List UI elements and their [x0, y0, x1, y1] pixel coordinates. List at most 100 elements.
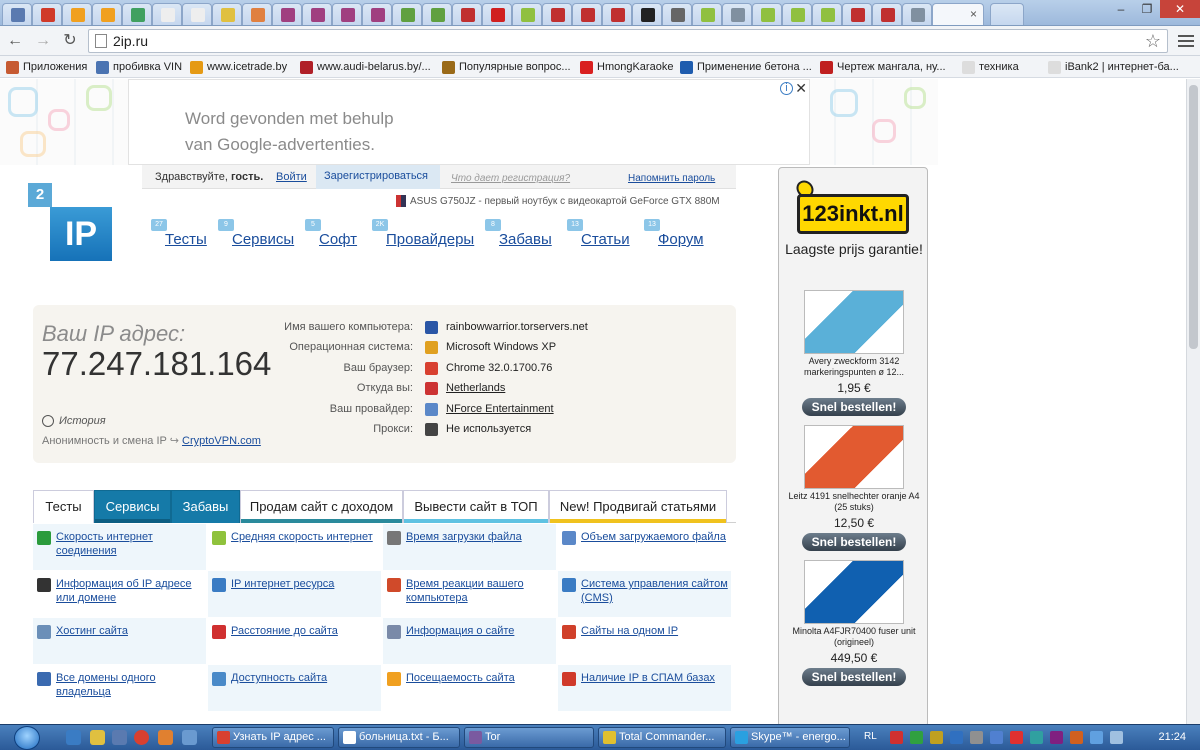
tray-icon-9[interactable] [1070, 731, 1083, 744]
taskbar-window[interactable]: Skype™ - energo... [730, 727, 850, 748]
ad-product[interactable]: Leitz 4191 snelhechter oranje A4 (25 stu… [779, 425, 929, 551]
browser-tab[interactable] [242, 3, 272, 25]
bookmark-item[interactable]: www.audi-belarus.by/... [300, 59, 431, 75]
page-scrollbar[interactable] [1186, 79, 1200, 724]
bookmark-item[interactable]: HmongKaraoke [580, 59, 673, 75]
browser-tab[interactable] [152, 3, 182, 25]
browser-tab[interactable] [212, 3, 242, 25]
bookmark-item[interactable]: iBank2 | интернет-ба... [1048, 59, 1179, 75]
browser-tab[interactable] [602, 3, 632, 25]
browser-tab[interactable] [812, 3, 842, 25]
service-item[interactable]: Посещаемость сайта [383, 665, 556, 711]
tray-icon-1[interactable] [890, 731, 903, 744]
browser-tab[interactable] [62, 3, 92, 25]
service-link[interactable]: Расстояние до сайта [231, 624, 379, 638]
ad-info-icon[interactable]: i [780, 82, 793, 95]
service-item[interactable]: Время реакции вашего компьютера [383, 571, 556, 617]
ad-product[interactable]: Avery zweckform 3142 markeringspunten ø … [779, 290, 929, 416]
tray-icon-3[interactable] [930, 731, 943, 744]
service-link[interactable]: Система управления сайтом (CMS) [581, 577, 729, 605]
browser-tab[interactable] [722, 3, 752, 25]
browser-tab[interactable] [662, 3, 692, 25]
section-tab[interactable]: Вывести сайт в ТОП [403, 490, 549, 523]
service-item[interactable]: Доступность сайта [208, 665, 381, 711]
close-window-icon[interactable]: ✕ [1160, 0, 1200, 18]
bookmark-item[interactable]: пробивка VIN [96, 59, 182, 75]
nav-item[interactable]: 13 Статьи [567, 219, 630, 248]
why-register-link[interactable]: Что дает регистрация? [451, 173, 570, 184]
scroll-thumb[interactable] [1189, 85, 1198, 349]
section-tab[interactable]: Сервисы [94, 490, 171, 523]
browser-tab[interactable] [872, 3, 902, 25]
info-value[interactable]: Netherlands [446, 382, 505, 394]
service-link[interactable]: Доступность сайта [231, 671, 379, 685]
browser-tab[interactable] [362, 3, 392, 25]
minimize-icon[interactable]: – [1108, 0, 1134, 18]
nav-item[interactable]: 9 Сервисы [218, 219, 294, 248]
browser-tab[interactable] [2, 3, 32, 25]
taskbar-window[interactable]: больница.txt - Б... [338, 727, 460, 748]
taskbar-window[interactable]: Tor [464, 727, 594, 748]
service-item[interactable]: IP интернет ресурса [208, 571, 381, 617]
browser-tab[interactable] [302, 3, 332, 25]
ie-icon[interactable] [66, 730, 81, 745]
service-link[interactable]: Все домены одного владельца [56, 671, 204, 699]
browser-tab[interactable] [182, 3, 212, 25]
browser-tab[interactable] [902, 3, 932, 25]
section-tab[interactable]: Забавы [171, 490, 240, 523]
nav-item[interactable]: 8 Забавы [485, 219, 552, 248]
service-link[interactable]: Скорость интернет соединения [56, 530, 204, 558]
service-link[interactable]: Объем загружаемого файла [581, 530, 729, 544]
service-item[interactable]: Объем загружаемого файла [558, 524, 731, 570]
service-item[interactable]: Наличие IP в СПАМ базах [558, 665, 731, 711]
nav-item[interactable]: 27 Тесты [151, 219, 207, 248]
remind-password-link[interactable]: Напомнить пароль [628, 173, 715, 184]
taskbar-window[interactable]: Узнать IP адрес ... [212, 727, 334, 748]
browser-tab[interactable] [122, 3, 152, 25]
service-item[interactable]: Все домены одного владельца [33, 665, 206, 711]
bookmark-item[interactable]: Популярные вопрос... [442, 59, 571, 75]
bookmark-item[interactable]: Чертеж мангала, ну... [820, 59, 946, 75]
tray-icon-5[interactable] [970, 731, 983, 744]
volume-icon[interactable] [1110, 731, 1123, 744]
ad-close-icon[interactable]: ✕ [795, 80, 807, 97]
browser-tab[interactable] [692, 3, 722, 25]
nav-item[interactable]: 13 Форум [644, 219, 704, 248]
browser-tab[interactable] [752, 3, 782, 25]
service-link[interactable]: Информация о сайте [406, 624, 554, 638]
login-link[interactable]: Войти [276, 171, 307, 183]
browser-tab[interactable] [632, 3, 662, 25]
ad-product[interactable]: Minolta A4FJR70400 fuser unit (origineel… [779, 560, 929, 686]
service-item[interactable]: Скорость интернет соединения [33, 524, 206, 570]
tray-icon-2[interactable] [910, 731, 923, 744]
service-link[interactable]: Хостинг сайта [56, 624, 204, 638]
maximize-icon[interactable]: ❐ [1134, 0, 1160, 18]
service-item[interactable]: Система управления сайтом (CMS) [558, 571, 731, 617]
app-icon[interactable] [112, 730, 127, 745]
tab-close-icon[interactable]: × [970, 7, 977, 21]
browser-tab[interactable] [332, 3, 362, 25]
service-item[interactable]: Сайты на одном IP [558, 618, 731, 664]
service-link[interactable]: Средняя скорость интернет [231, 530, 379, 544]
browser-tab[interactable] [272, 3, 302, 25]
browser-tab[interactable] [512, 3, 542, 25]
service-item[interactable]: Хостинг сайта [33, 618, 206, 664]
browser-tab[interactable] [782, 3, 812, 25]
app2-icon[interactable] [182, 730, 197, 745]
language-indicator[interactable]: RL [864, 731, 877, 742]
service-link[interactable]: Время реакции вашего компьютера [406, 577, 554, 605]
explorer-icon[interactable] [90, 730, 105, 745]
buy-button[interactable]: Snel bestellen! [802, 668, 906, 686]
service-item[interactable]: Информация об IP адресе или домене [33, 571, 206, 617]
service-item[interactable]: Расстояние до сайта [208, 618, 381, 664]
section-tab[interactable]: New! Продвигай статьями [549, 490, 727, 523]
reload-icon[interactable]: ↻ [59, 31, 81, 51]
forward-icon[interactable]: → [32, 31, 54, 51]
browser-tab[interactable] [32, 3, 62, 25]
browser-tab[interactable] [542, 3, 572, 25]
onenote-icon[interactable] [1050, 731, 1063, 744]
service-item[interactable]: Время загрузки файла [383, 524, 556, 570]
register-link[interactable]: Зарегистрироваться [316, 165, 440, 189]
service-link[interactable]: Наличие IP в СПАМ базах [581, 671, 729, 685]
tray-icon-7[interactable] [1010, 731, 1023, 744]
